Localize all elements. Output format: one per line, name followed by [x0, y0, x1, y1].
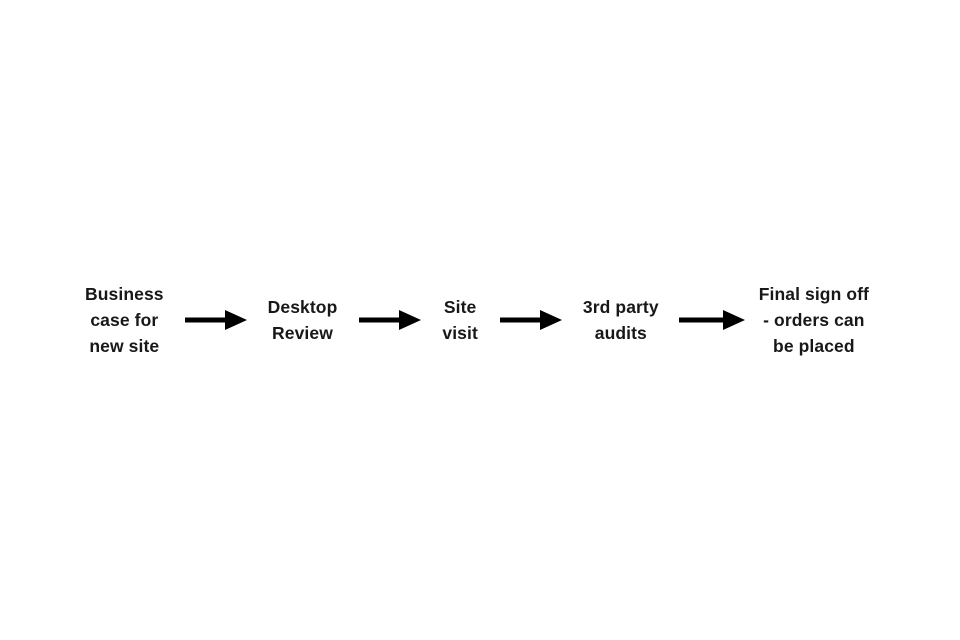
flow-step-third-party-audits: 3rd party audits	[583, 294, 659, 346]
process-flow: Business case for new site Desktop Revie…	[0, 0, 960, 640]
flow-step-business-case: Business case for new site	[85, 281, 164, 359]
flow-step-label-line: visit	[442, 323, 478, 343]
diagram-canvas: Business case for new site Desktop Revie…	[0, 0, 960, 640]
arrow-right-icon	[359, 307, 422, 333]
flow-step-desktop-review: Desktop Review	[268, 294, 338, 346]
flow-step-final-sign-off: Final sign off - orders can be placed	[759, 281, 869, 359]
flow-step-label-line: - orders can	[763, 310, 865, 330]
flow-step-label-line: Final sign off	[758, 284, 869, 304]
flow-step-label-line: Review	[272, 323, 333, 343]
flow-step-label-line: Desktop	[267, 297, 338, 317]
flow-step-label-line: audits	[594, 323, 647, 343]
flow-step-label-line: be placed	[773, 336, 855, 356]
arrow-right-icon	[678, 307, 745, 333]
arrow-right-icon	[499, 307, 562, 333]
flow-step-site-visit: Site visit	[442, 294, 478, 346]
flow-step-label-line: Business	[85, 284, 164, 304]
arrow-right-icon	[184, 307, 247, 333]
flow-step-label-line: Site	[443, 297, 477, 317]
flow-step-label-line: new site	[89, 336, 160, 356]
flow-step-label-line: 3rd party	[582, 297, 659, 317]
flow-step-label-line: case for	[90, 310, 159, 330]
